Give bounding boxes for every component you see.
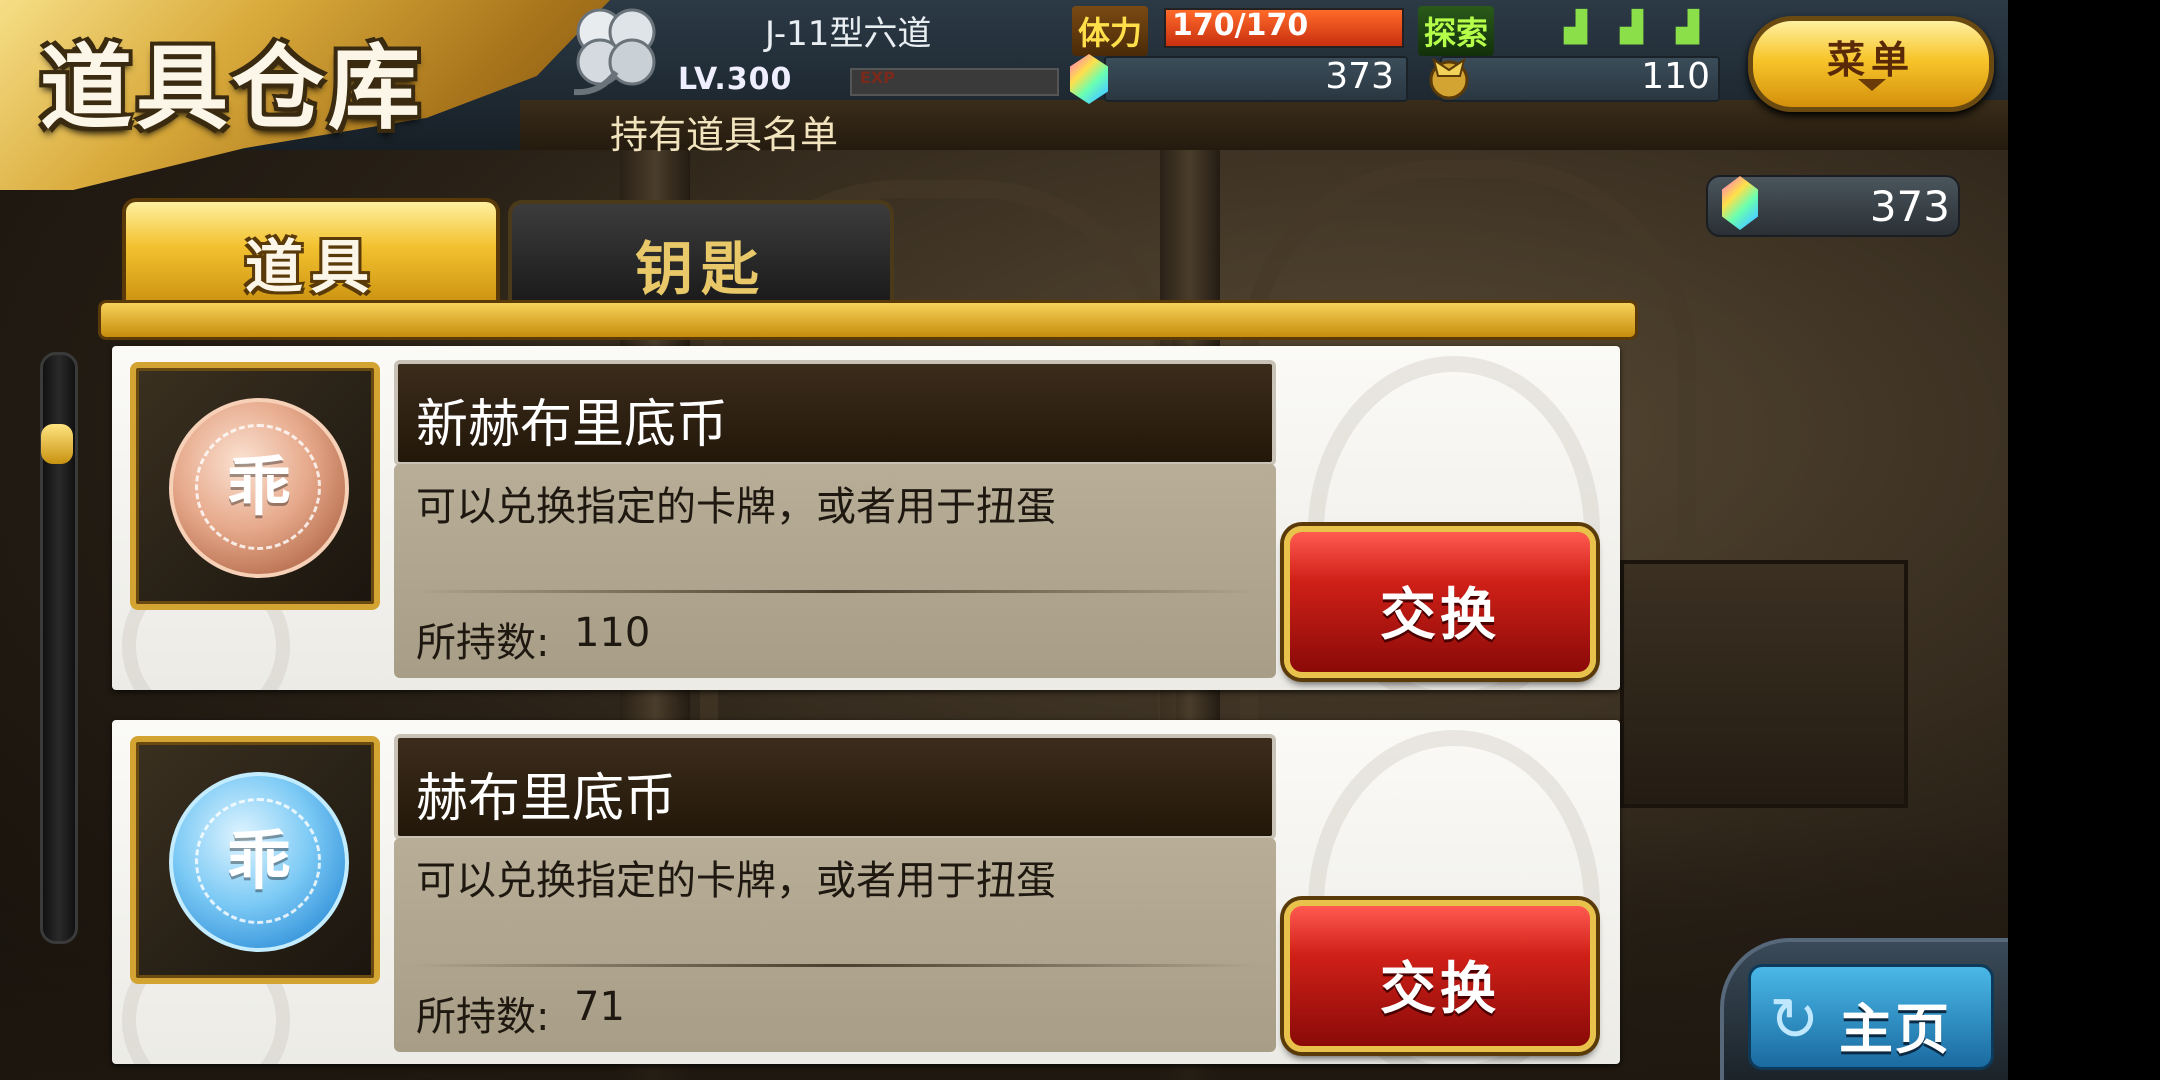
medal-icon: [1429, 57, 1469, 100]
coin-glyph: 乖: [227, 825, 291, 899]
item-name: 赫布里底币: [416, 769, 677, 829]
explore-boot-icon: ▟: [1564, 10, 1588, 45]
item-count: 110: [574, 610, 651, 656]
exchange-button[interactable]: 交换: [1284, 526, 1596, 678]
item-icon-frame: 乖: [130, 736, 380, 984]
item-count: 71: [574, 984, 625, 1030]
page-title: 道具仓库: [40, 35, 425, 142]
gem-count: 373: [1325, 56, 1394, 97]
home-button-face: ↻ 主页: [1748, 964, 1994, 1070]
tab-rail: [98, 300, 1638, 340]
item-description-box: 可以兑换指定的卡牌，或者用于扭蛋 所持数: 71: [394, 838, 1276, 1052]
coin-glyph: 乖: [227, 451, 291, 525]
menu-button-label: 菜单: [1826, 38, 1915, 82]
menu-button[interactable]: 菜单: [1748, 16, 1994, 112]
exchange-button-label: 交换: [1380, 957, 1500, 1022]
exchange-button[interactable]: 交换: [1284, 900, 1596, 1052]
divider: [414, 964, 1256, 967]
side-gem-count: 373: [1869, 182, 1950, 231]
tab-keys[interactable]: 钥匙: [508, 200, 894, 304]
home-button-label: 主页: [1839, 998, 1951, 1061]
player-name: J-11型六道: [765, 14, 932, 54]
explore-label: 探索: [1418, 6, 1495, 56]
item-count-label: 所持数:: [416, 994, 550, 1040]
explore-boot-icon: ▟: [1620, 10, 1644, 45]
item-icon-frame: 乖: [130, 362, 380, 610]
stamina-value: 170/170: [1172, 8, 1309, 43]
return-arrow-icon: ↻: [1769, 985, 1820, 1055]
exp-label: EXP: [860, 68, 895, 87]
item-name: 新赫布里底币: [416, 395, 729, 455]
explore-boot-icon: ▟: [1676, 10, 1700, 45]
tab-keys-label: 钥匙: [634, 235, 767, 303]
item-name-bar: 赫布里底币: [394, 734, 1276, 840]
item-description: 可以兑换指定的卡牌，或者用于扭蛋: [416, 858, 1056, 904]
clover-rank-icon: [573, 8, 656, 96]
game-screen: 道具仓库 J-11型六道 LV.300 EXP 体力 170/170 探索 ▟ …: [0, 0, 2008, 1080]
medal-count: 110: [1641, 56, 1710, 97]
item-card: 乖 新赫布里底币 可以兑换指定的卡牌，或者用于扭蛋 所持数: 110 交换: [112, 346, 1620, 690]
item-description-box: 可以兑换指定的卡牌，或者用于扭蛋 所持数: 110: [394, 464, 1276, 678]
divider: [414, 590, 1256, 593]
item-name-bar: 新赫布里底币: [394, 360, 1276, 466]
tab-items[interactable]: 道具: [122, 198, 500, 312]
page-subtitle: 持有道具名单: [610, 113, 839, 157]
item-count-label: 所持数:: [416, 620, 550, 666]
home-button[interactable]: ↻ 主页: [1720, 938, 2008, 1080]
tab-items-label: 道具: [244, 233, 377, 301]
exchange-button-label: 交换: [1380, 583, 1500, 648]
item-description: 可以兑换指定的卡牌，或者用于扭蛋: [416, 484, 1056, 530]
stamina-label: 体力: [1072, 6, 1149, 56]
background-crate: [1620, 560, 1908, 808]
bronze-coin-icon: 乖: [169, 398, 349, 578]
blue-coin-icon: 乖: [169, 772, 349, 952]
chevron-down-icon: [1858, 79, 1886, 91]
item-card: 乖 赫布里底币 可以兑换指定的卡牌，或者用于扭蛋 所持数: 71 交换: [112, 720, 1620, 1064]
scrollbar-thumb[interactable]: [41, 424, 73, 464]
player-level: LV.300: [678, 62, 793, 97]
